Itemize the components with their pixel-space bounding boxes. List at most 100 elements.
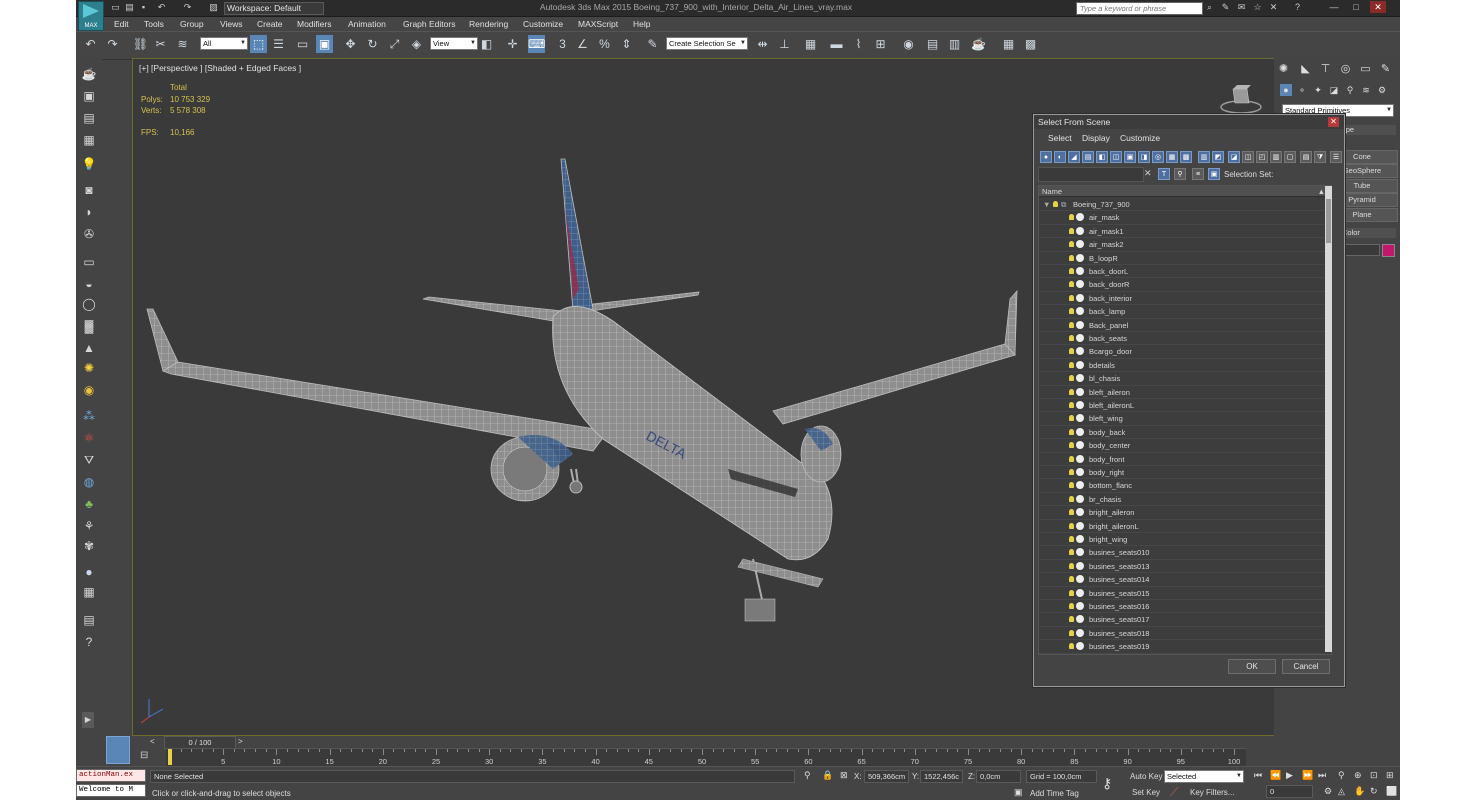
list-item[interactable]: busines_seats014 xyxy=(1039,573,1325,587)
select-by-name-icon[interactable]: ☰ xyxy=(270,35,287,53)
lock-selection-icon[interactable]: 🔒 xyxy=(822,770,833,781)
pan-icon[interactable]: ✋ xyxy=(1354,786,1365,797)
list-item[interactable]: busines_seats019 xyxy=(1039,640,1325,654)
menu-group[interactable]: Group xyxy=(180,17,204,31)
maximize-icon[interactable]: □ xyxy=(1348,1,1364,13)
list-item[interactable]: air_mask1 xyxy=(1039,225,1325,239)
menu-help[interactable]: Help xyxy=(633,17,650,31)
select-invert-icon[interactable]: ▢ xyxy=(1284,151,1296,163)
light-icon[interactable]: 💡 xyxy=(80,156,98,172)
pivot-center-icon[interactable]: ◧ xyxy=(478,35,495,53)
rectangular-selection-icon[interactable]: ▭ xyxy=(294,35,311,53)
light-bulb-icon[interactable] xyxy=(1069,402,1074,408)
named-selection-dropdown[interactable]: Create Selection Se xyxy=(666,37,748,50)
time-configuration-icon[interactable]: ⚙ xyxy=(1324,786,1332,797)
globe-icon[interactable]: ◍ xyxy=(80,474,98,490)
list-item[interactable]: body_right xyxy=(1039,466,1325,480)
list-item[interactable]: busines_seats015 xyxy=(1039,587,1325,600)
close-icon[interactable]: ✕ xyxy=(1328,117,1339,127)
key-filters-button[interactable]: Key Filters... xyxy=(1190,788,1234,797)
viewcube[interactable] xyxy=(1219,77,1263,115)
helper-icon[interactable]: ⛛ xyxy=(80,452,98,468)
save-icon[interactable]: ▪ xyxy=(138,2,149,13)
scene-object-list[interactable]: Name ▲ ▼ ⧉ Boeing_737_900 air_mask air_mask1 a… xyxy=(1038,185,1332,655)
angle-snap-icon[interactable]: ∠ xyxy=(574,35,591,53)
list-item[interactable]: back_doorL xyxy=(1039,265,1325,279)
sky-icon[interactable]: ◉ xyxy=(80,382,98,398)
rotate-icon[interactable]: ↻ xyxy=(364,35,381,53)
light-bulb-icon[interactable] xyxy=(1069,281,1074,288)
camera-icon[interactable]: ◙ xyxy=(80,182,98,198)
menu-modifiers[interactable]: Modifiers xyxy=(297,17,331,31)
sync-selection-icon[interactable]: ▤ xyxy=(1300,151,1312,163)
render-production-icon[interactable]: ☕ xyxy=(970,35,987,53)
track-bar-toggle-icon[interactable]: ⊟ xyxy=(140,750,148,761)
maximize-viewport-icon[interactable]: ⬜ xyxy=(1386,786,1397,797)
y-coordinate[interactable]: 1522,456c xyxy=(920,770,963,783)
align-icon[interactable]: ⊥ xyxy=(776,35,793,53)
maxscript-listener-input[interactable]: Welcome to M xyxy=(76,784,146,797)
unlink-icon[interactable]: ✂ xyxy=(152,35,169,53)
dialog-menu-customize[interactable]: Customize xyxy=(1120,133,1160,143)
edit-named-selection-icon[interactable]: ✎ xyxy=(644,35,661,53)
list-item[interactable]: bottom_flanc xyxy=(1039,479,1325,493)
light-bulb-icon[interactable] xyxy=(1069,603,1074,609)
table-icon[interactable]: ▦ xyxy=(80,584,98,600)
light-bulb-icon[interactable] xyxy=(1069,375,1074,382)
vray-toolbar-icon[interactable]: ▩ xyxy=(1022,35,1039,53)
object-color-swatch[interactable] xyxy=(1382,244,1395,257)
light-bulb-icon[interactable] xyxy=(1069,214,1074,221)
light-bulb-icon[interactable] xyxy=(1069,348,1074,355)
rendered-frame-window-icon[interactable]: ▥ xyxy=(946,35,963,53)
display-cameras-icon[interactable]: ▤ xyxy=(1082,151,1094,163)
list-item[interactable]: back_seats xyxy=(1039,332,1325,346)
percent-snap-icon[interactable]: % xyxy=(596,35,613,53)
display-all-icon[interactable]: ◩ xyxy=(1212,151,1224,163)
key-icon[interactable]: ⚷ xyxy=(1102,775,1112,792)
favorites-icon[interactable]: ☆ xyxy=(1252,2,1263,13)
sun-icon[interactable]: ✺ xyxy=(80,360,98,376)
set-key-button[interactable]: Set Key xyxy=(1132,788,1160,797)
communication-icon[interactable]: ✉ xyxy=(1236,2,1247,13)
x-coordinate[interactable]: 509,366cm xyxy=(864,770,909,783)
display-shapes-icon[interactable]: ◐ xyxy=(1054,151,1066,163)
exchange-icon[interactable]: ✕ xyxy=(1268,2,1279,13)
list-item[interactable]: back_lamp xyxy=(1039,305,1325,319)
list-item[interactable]: bleft_aileronL xyxy=(1039,399,1325,413)
key-mode-dropdown[interactable]: Selected xyxy=(1164,770,1244,783)
add-time-tag[interactable]: Add Time Tag xyxy=(1030,789,1079,798)
export-icon[interactable]: ▤ xyxy=(80,612,98,628)
light-bulb-icon[interactable] xyxy=(1069,415,1074,422)
current-frame-field[interactable]: 0 xyxy=(1266,785,1313,798)
light-bulb-icon[interactable] xyxy=(1069,308,1074,315)
list-item[interactable]: bl_chasis xyxy=(1039,372,1325,386)
list-item[interactable]: br_chasis xyxy=(1039,493,1325,507)
mirror-icon[interactable]: ⇹ xyxy=(754,35,771,53)
light-bulb-icon[interactable] xyxy=(1069,335,1074,341)
menu-create[interactable]: Create xyxy=(257,17,283,31)
list-item[interactable]: body_center xyxy=(1039,439,1325,453)
find-children-icon[interactable]: ⚲ xyxy=(1174,168,1186,180)
collapse-icon[interactable]: ▼ xyxy=(1043,198,1050,211)
time-tag-icon[interactable]: ▣ xyxy=(1014,787,1023,798)
filter-icon[interactable]: ⧩ xyxy=(1314,151,1326,163)
light-bulb-icon[interactable] xyxy=(1069,509,1074,516)
menu-graph-editors[interactable]: Graph Editors xyxy=(403,17,455,31)
minimize-icon[interactable]: — xyxy=(1326,1,1342,13)
snaps-toggle-icon[interactable]: 3 xyxy=(554,35,571,53)
binoculars-icon[interactable]: ⌕ xyxy=(1204,2,1215,13)
case-sensitive-icon[interactable]: T xyxy=(1158,168,1170,180)
light-bulb-icon[interactable] xyxy=(1069,629,1074,636)
list-scrollbar-thumb[interactable] xyxy=(1326,199,1331,243)
window-crossing-icon[interactable]: ▣ xyxy=(316,35,333,53)
keyboard-shortcut-override-icon[interactable]: ⌨ xyxy=(528,35,545,53)
auto-key-button[interactable]: Auto Key xyxy=(1130,772,1162,781)
cameras-icon[interactable]: ◪ xyxy=(1328,84,1340,96)
light-bulb-icon[interactable] xyxy=(1069,522,1074,529)
geometry-icon[interactable]: ● xyxy=(1280,84,1292,96)
manipulate-icon[interactable]: ✛ xyxy=(504,35,521,53)
list-item[interactable]: Bcargo_door xyxy=(1039,345,1325,359)
spinner-snap-icon[interactable]: ⇕ xyxy=(618,35,635,53)
list-item[interactable]: body_front xyxy=(1039,453,1325,466)
prev-frame-icon[interactable]: < xyxy=(150,737,155,746)
